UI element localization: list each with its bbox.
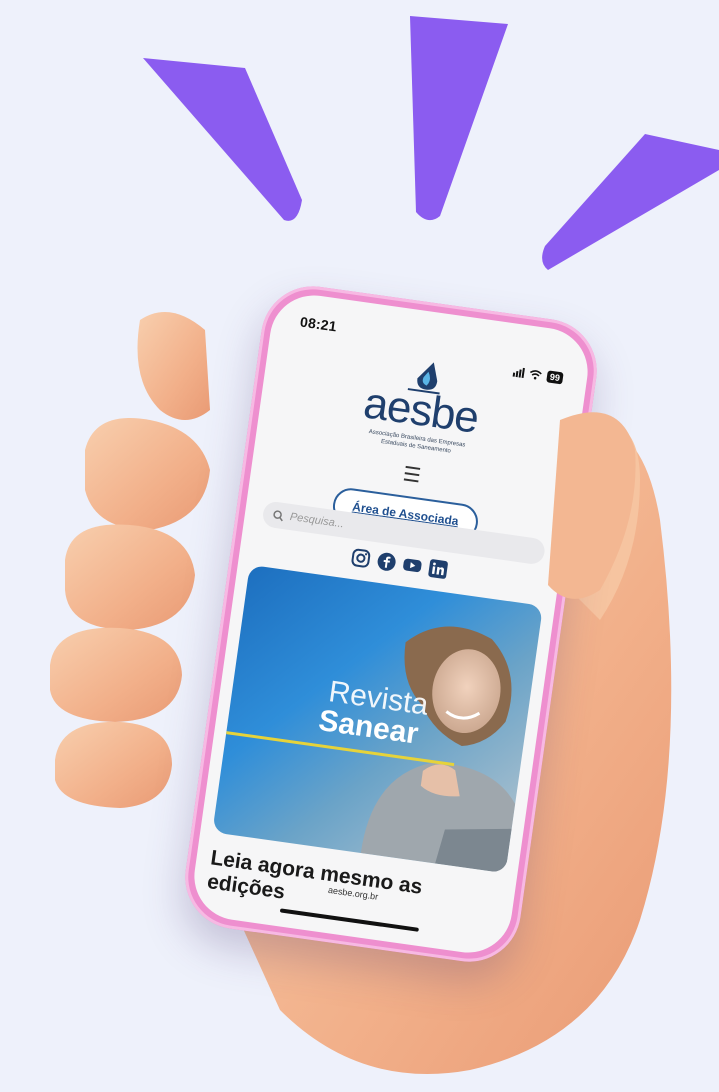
instagram-icon[interactable]: [350, 547, 373, 570]
youtube-icon[interactable]: [401, 554, 424, 577]
search-icon: [273, 509, 283, 521]
search-placeholder: Pesquisa...: [289, 510, 345, 531]
linkedin-icon[interactable]: [427, 558, 450, 581]
scene: 08:21 99 aesbe Associação Brasileira das…: [0, 0, 719, 1092]
facebook-icon[interactable]: [375, 550, 398, 573]
magazine-banner[interactable]: Revista Sanear: [212, 564, 543, 874]
status-time: 08:21: [299, 313, 338, 335]
